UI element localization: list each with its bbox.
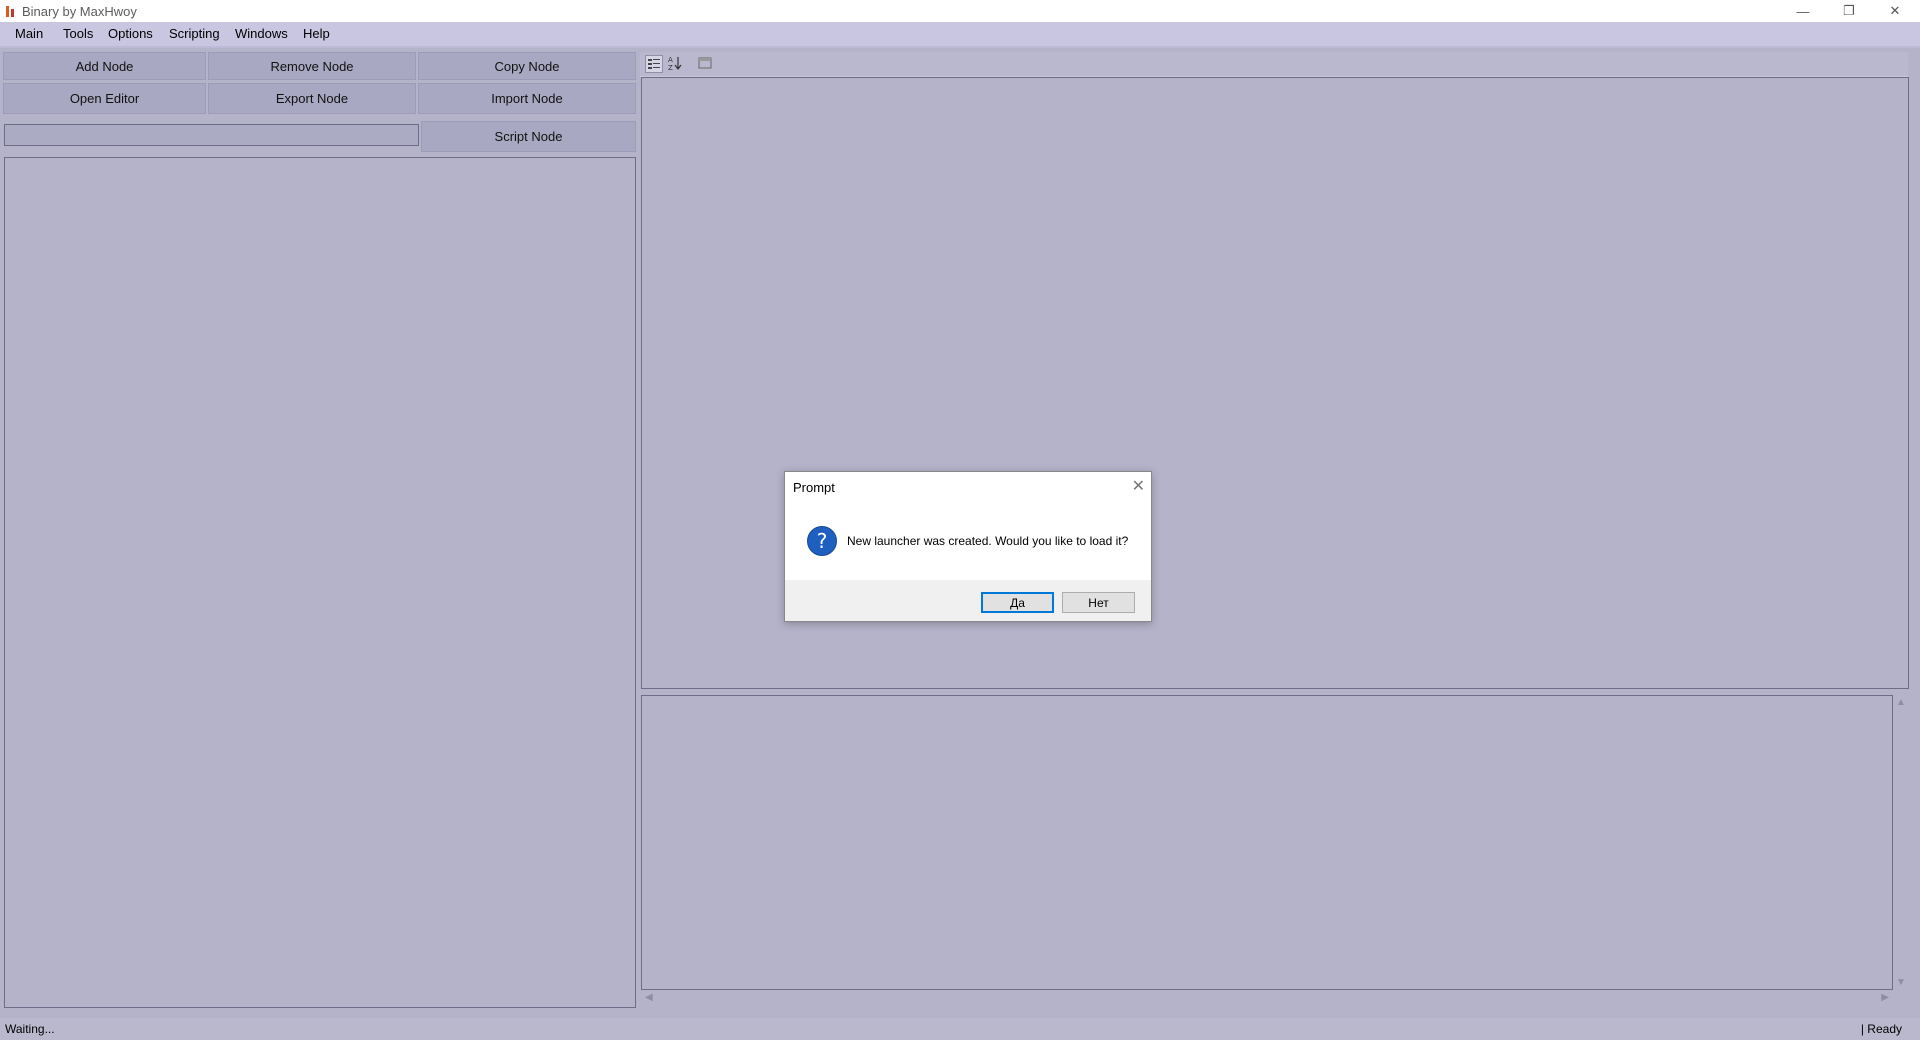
status-ready: | Ready [1860, 1022, 1902, 1036]
close-button[interactable]: ✕ [1872, 0, 1918, 22]
menu-main[interactable]: Main [15, 26, 43, 41]
menu-options[interactable]: Options [108, 26, 153, 41]
categorized-icon[interactable] [645, 55, 663, 73]
svg-text:A: A [668, 56, 673, 64]
search-input[interactable] [4, 124, 419, 146]
window-title: Binary by MaxHwoy [22, 4, 137, 19]
property-pages-icon[interactable] [697, 55, 715, 73]
minimize-button[interactable]: — [1780, 0, 1826, 22]
import-node-button[interactable]: Import Node [418, 83, 636, 114]
copy-node-button[interactable]: Copy Node [418, 52, 636, 80]
menu-help[interactable]: Help [303, 26, 330, 41]
scroll-right-icon[interactable]: ▶ [1881, 992, 1889, 1003]
node-tree-panel[interactable] [4, 157, 636, 1008]
scroll-up-icon[interactable]: ▲ [1896, 697, 1906, 708]
menu-bar: Main Tools Options Scripting Windows Hel… [0, 22, 1920, 48]
yes-button[interactable]: Да [981, 592, 1054, 613]
svg-text:Z: Z [668, 64, 673, 71]
app-icon [6, 6, 14, 17]
alphabetical-icon[interactable]: A Z [667, 55, 685, 73]
menu-tools[interactable]: Tools [63, 26, 93, 41]
title-bar: Binary by MaxHwoy — ❐ ✕ [0, 0, 1920, 22]
status-text: Waiting... [5, 1022, 55, 1036]
menu-scripting[interactable]: Scripting [169, 26, 220, 41]
menu-windows[interactable]: Windows [235, 26, 288, 41]
dialog-close-icon[interactable]: ✕ [1132, 476, 1145, 496]
vertical-scrollbar[interactable]: ▲ ▼ [1893, 695, 1909, 990]
status-bar: Waiting... | Ready [0, 1018, 1920, 1040]
no-button[interactable]: Нет [1062, 592, 1135, 613]
scroll-down-icon[interactable]: ▼ [1896, 977, 1906, 988]
add-node-button[interactable]: Add Node [3, 52, 206, 80]
restore-button[interactable]: ❐ [1826, 0, 1872, 22]
script-node-button[interactable]: Script Node [421, 121, 636, 152]
scroll-left-icon[interactable]: ◀ [645, 992, 653, 1003]
question-icon: ? [807, 526, 837, 556]
dialog-footer: Да Нет [785, 580, 1151, 621]
horizontal-scrollbar[interactable]: ◀ ▶ [641, 990, 1893, 1007]
dialog-message: New launcher was created. Would you like… [847, 534, 1129, 548]
open-editor-button[interactable]: Open Editor [3, 83, 206, 114]
remove-node-button[interactable]: Remove Node [208, 52, 416, 80]
property-toolstrip: A Z [640, 52, 1908, 77]
dialog-title: Prompt [793, 480, 835, 495]
prompt-dialog: Prompt ✕ ? New launcher was created. Wou… [784, 471, 1152, 622]
export-node-button[interactable]: Export Node [208, 83, 416, 114]
output-panel[interactable] [641, 695, 1893, 990]
